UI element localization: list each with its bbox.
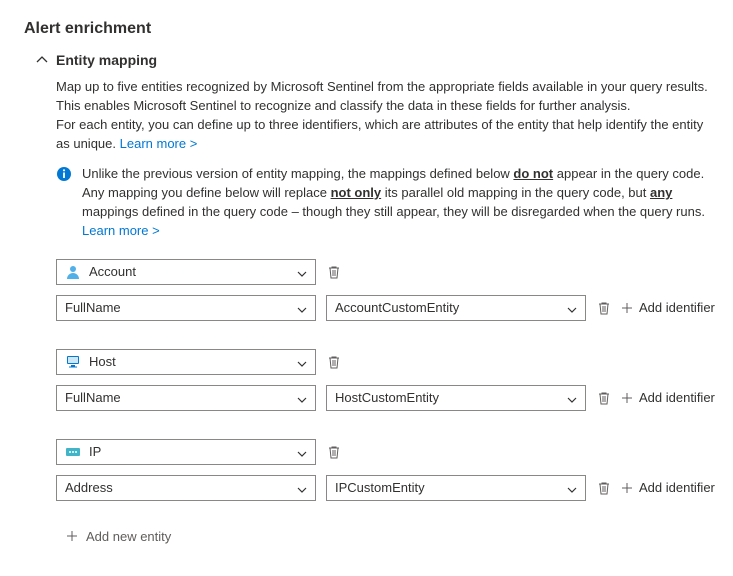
add-identifier-button[interactable]: Add identifier [621, 390, 715, 405]
chevron-up-icon [36, 54, 48, 66]
learn-more-link[interactable]: Learn more > [120, 136, 198, 151]
page-title: Alert enrichment [24, 20, 717, 38]
identifier-label: FullName [65, 300, 121, 315]
plus-icon [621, 392, 633, 404]
delete-entity-button[interactable] [326, 444, 341, 459]
info-text: Unlike the previous version of entity ma… [82, 165, 717, 240]
entity-type-select[interactable]: Host [56, 349, 316, 375]
identifier-select[interactable]: FullName [56, 385, 316, 411]
entity-type-label: IP [89, 444, 101, 459]
section-label: Entity mapping [56, 52, 157, 68]
entity-type-label: Account [89, 264, 136, 279]
value-label: HostCustomEntity [335, 390, 439, 405]
entity-type-select[interactable]: IP [56, 439, 316, 465]
chevron-down-icon [297, 303, 307, 313]
add-identifier-button[interactable]: Add identifier [621, 300, 715, 315]
chevron-down-icon [297, 357, 307, 367]
identifier-select[interactable]: FullName [56, 295, 316, 321]
value-label: IPCustomEntity [335, 480, 425, 495]
entity-block-ip: IP Address IPCustomEntity Add identifier [56, 439, 717, 501]
entity-block-host: Host FullName HostCustomEntity Add ident… [56, 349, 717, 411]
chevron-down-icon [297, 393, 307, 403]
chevron-down-icon [297, 447, 307, 457]
value-select[interactable]: HostCustomEntity [326, 385, 586, 411]
value-label: AccountCustomEntity [335, 300, 459, 315]
delete-identifier-button[interactable] [596, 480, 611, 495]
identifier-label: Address [65, 480, 113, 495]
chevron-down-icon [567, 483, 577, 493]
delete-identifier-button[interactable] [596, 300, 611, 315]
plus-icon [621, 302, 633, 314]
info-icon [56, 166, 72, 182]
entity-type-select[interactable]: Account [56, 259, 316, 285]
account-icon [65, 264, 81, 280]
section-header-entity-mapping[interactable]: Entity mapping [36, 52, 717, 68]
value-select[interactable]: IPCustomEntity [326, 475, 586, 501]
delete-entity-button[interactable] [326, 354, 341, 369]
ip-icon [65, 444, 81, 460]
entity-type-label: Host [89, 354, 116, 369]
plus-icon [66, 530, 78, 542]
chevron-down-icon [297, 483, 307, 493]
learn-more-info-link[interactable]: Learn more > [82, 223, 160, 238]
chevron-down-icon [567, 303, 577, 313]
delete-entity-button[interactable] [326, 264, 341, 279]
delete-identifier-button[interactable] [596, 390, 611, 405]
info-box: Unlike the previous version of entity ma… [56, 165, 717, 240]
identifier-select[interactable]: Address [56, 475, 316, 501]
add-new-entity-button[interactable]: Add new entity [66, 529, 171, 544]
add-identifier-button[interactable]: Add identifier [621, 480, 715, 495]
entity-block-account: Account FullName AccountCustomEntity Add… [56, 259, 717, 321]
identifier-label: FullName [65, 390, 121, 405]
mapping-description: Map up to five entities recognized by Mi… [56, 78, 717, 153]
value-select[interactable]: AccountCustomEntity [326, 295, 586, 321]
plus-icon [621, 482, 633, 494]
host-icon [65, 354, 81, 370]
chevron-down-icon [567, 393, 577, 403]
chevron-down-icon [297, 267, 307, 277]
